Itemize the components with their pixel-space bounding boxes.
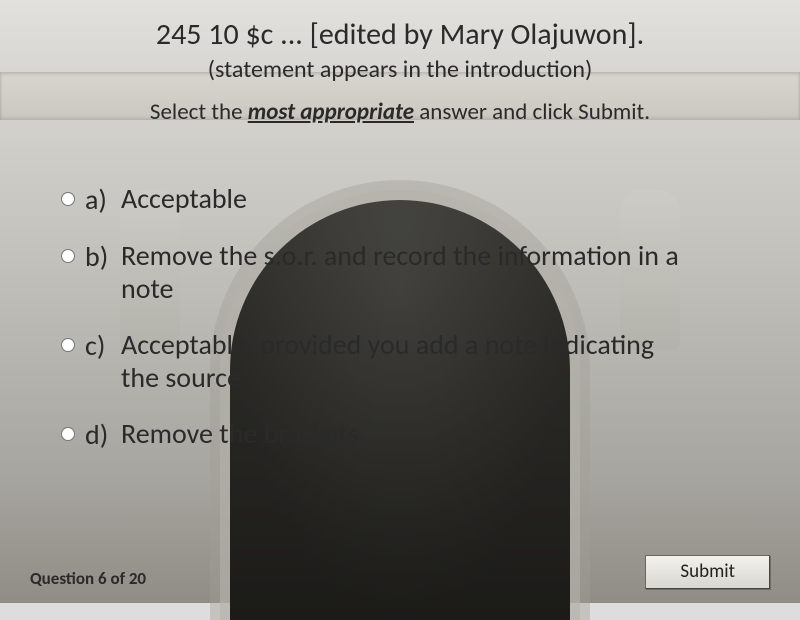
- answer-letter: d): [85, 417, 121, 452]
- question-instruction: Select the most appropriate answer and c…: [48, 98, 752, 126]
- answer-radio-a[interactable]: [61, 192, 75, 206]
- instruction-post: answer and click Submit.: [414, 98, 650, 126]
- answer-radio-d[interactable]: [61, 427, 75, 441]
- answer-options: a) Acceptable b) Remove the s.o.r. and r…: [48, 182, 752, 452]
- answer-text: Acceptable: [121, 182, 247, 216]
- answer-option-a[interactable]: a) Acceptable: [56, 182, 752, 217]
- answer-text: Remove the s.o.r. and record the informa…: [121, 239, 681, 306]
- footer-bar: Question 6 of 20 Submit: [0, 555, 800, 589]
- question-subheading: (statement appears in the introduction): [48, 55, 752, 84]
- answer-letter: b): [85, 239, 121, 274]
- answer-letter: a): [85, 182, 121, 217]
- answer-radio-c[interactable]: [61, 338, 75, 352]
- answer-option-b[interactable]: b) Remove the s.o.r. and record the info…: [56, 239, 752, 306]
- instruction-pre: Select the: [150, 98, 248, 126]
- submit-button[interactable]: Submit: [645, 555, 770, 589]
- answer-option-c[interactable]: c) Acceptable, provided you add a note i…: [56, 328, 752, 395]
- answer-option-d[interactable]: d) Remove the brackets: [56, 417, 752, 452]
- answer-letter: c): [85, 328, 121, 363]
- answer-text: Remove the brackets: [121, 417, 359, 451]
- question-heading: 245 10 $c ... [edited by Mary Olajuwon].: [48, 18, 752, 53]
- answer-radio-b[interactable]: [61, 249, 75, 263]
- quiz-panel: 245 10 $c ... [edited by Mary Olajuwon].…: [0, 0, 800, 603]
- answer-text: Acceptable, provided you add a note indi…: [121, 328, 681, 395]
- question-progress: Question 6 of 20: [30, 568, 146, 589]
- instruction-emphasis: most appropriate: [248, 98, 414, 126]
